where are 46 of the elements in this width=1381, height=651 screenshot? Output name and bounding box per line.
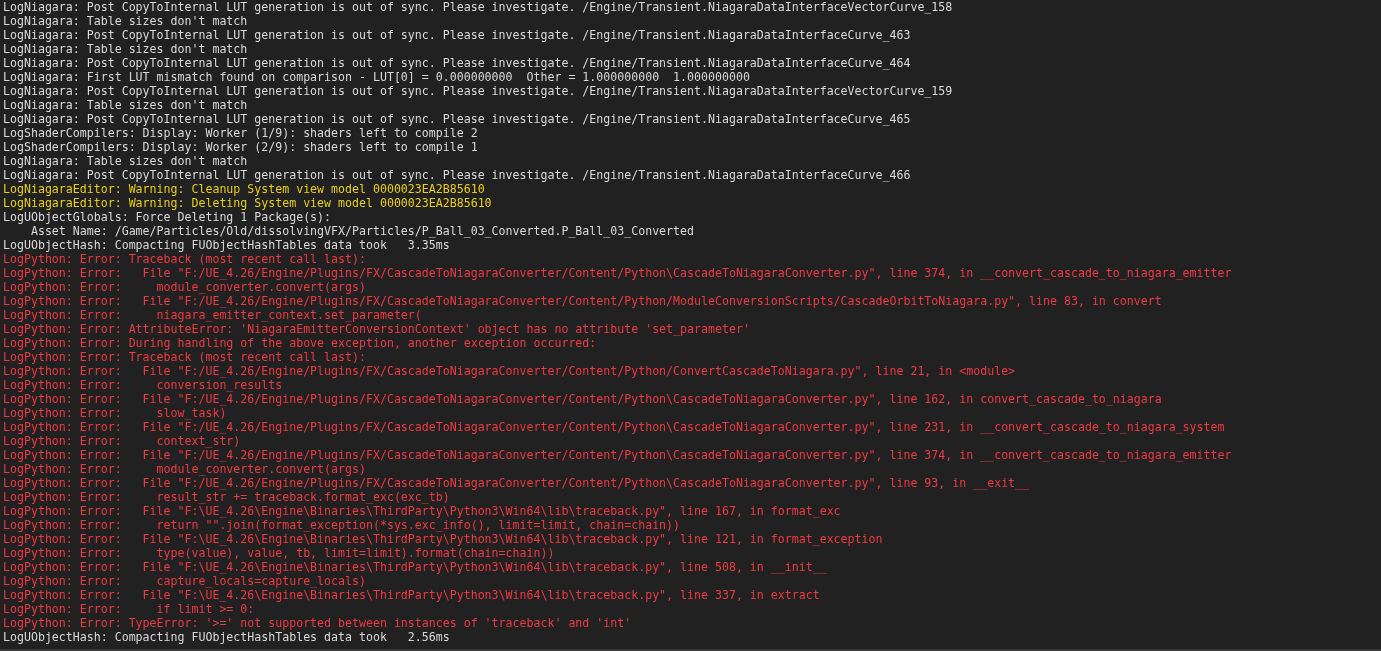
- log-line: LogUObjectGlobals: Force Deleting 1 Package(s):: [3, 210, 333, 224]
- log-line: LogUObjectHash: Compacting FUObjectHashTables data took 2.56ms: [3, 630, 451, 644]
- log-line: LogPython: Error: niagara_emitter_context.set_parameter(: [3, 308, 423, 322]
- log-line: LogPython: Error: context_str): [3, 434, 242, 448]
- log-line: LogPython: Error: File "F:/UE_4.26/Engine/Plugins/FX/CascadeToNiagaraConverter/Content/Python\CascadeToNiagaraConverter.py", line 162, in convert_cascade_to_niagara: [3, 392, 1163, 406]
- log-line: LogPython: Error: File "F:\UE_4.26\Engine\Binaries\ThirdParty\Python3\Win64\lib\traceback.py", line 337, in extract: [3, 588, 821, 602]
- log-line: LogPython: Error: AttributeError: 'NiagaraEmitterConversionContext' object has no attribute 'set_parameter': [3, 322, 751, 336]
- log-line: Asset Name: /Game/Particles/Old/dissolvingVFX/Particles/P_Ball_03_Converted.P_Ball_03_Converted: [29, 224, 696, 238]
- log-line: LogPython: Error: During handling of the above exception, another exception occurred:: [3, 336, 598, 350]
- log-line: LogNiagaraEditor: Warning: Deleting System view model 0000023EA2B85610: [3, 196, 493, 210]
- log-line: LogPython: Error: conversion_results: [3, 378, 284, 392]
- log-line: LogNiagara: Post CopyToInternal LUT generation is out of sync. Please investigate. /Engine/Transient.NiagaraDataInterfaceCurve_464: [3, 56, 912, 70]
- log-line: LogPython: Error: type(value), value, tb, limit=limit).format(chain=chain)): [3, 546, 556, 560]
- log-line: LogPython: Error: return "".join(format_exception(*sys.exc_info(), limit=limit, chain=chain)): [3, 518, 682, 532]
- log-line: LogNiagara: Table sizes don't match: [3, 14, 249, 28]
- log-line: LogPython: Error: File "F:/UE_4.26/Engine/Plugins/FX/CascadeToNiagaraConverter/Content/Python\CascadeToNiagaraConverter.py", line 374, in __convert_cascade_to_niagara_emitter: [3, 448, 1233, 462]
- log-line: LogNiagara: Post CopyToInternal LUT generation is out of sync. Please investigate. /Engine/Transient.NiagaraDataInterfaceVectorCurve_158: [3, 0, 954, 14]
- log-line: LogNiagara: Post CopyToInternal LUT generation is out of sync. Please investigate. /Engine/Transient.NiagaraDataInterfaceCurve_465: [3, 112, 912, 126]
- log-line: LogNiagaraEditor: Warning: Cleanup System view model 0000023EA2B85610: [3, 182, 486, 196]
- log-line: LogPython: Error: File "F:/UE_4.26/Engine/Plugins/FX/CascadeToNiagaraConverter/Content/Python\CascadeToNiagaraConverter.py", line 374, in __convert_cascade_to_niagara_emitter: [3, 266, 1233, 280]
- log-line: LogPython: Error: if limit >= 0:: [3, 602, 256, 616]
- log-line: LogShaderCompilers: Display: Worker (1/9): shaders left to compile 2: [3, 126, 479, 140]
- log-line: LogNiagara: Post CopyToInternal LUT generation is out of sync. Please investigate. /Engine/Transient.NiagaraDataInterfaceCurve_463: [3, 28, 912, 42]
- log-line: LogPython: Error: File "F:\UE_4.26\Engine\Binaries\ThirdParty\Python3\Win64\lib\traceback.py", line 508, in __init__: [3, 560, 828, 574]
- log-line: LogNiagara: Post CopyToInternal LUT generation is out of sync. Please investigate. /Engine/Transient.NiagaraDataInterfaceCurve_466: [3, 168, 912, 182]
- log-line: LogNiagara: Table sizes don't match: [3, 154, 249, 168]
- log-line: LogPython: Error: module_converter.convert(args): [3, 280, 367, 294]
- log-line: LogPython: Error: Traceback (most recent call last):: [3, 350, 367, 364]
- log-line: LogPython: Error: capture_locals=capture_locals): [3, 574, 367, 588]
- log-line: LogPython: Error: File "F:/UE_4.26/Engine/Plugins/FX/CascadeToNiagaraConverter/Content/Python\CascadeToNiagaraConverter.py", line 93, in __exit__: [3, 476, 1031, 490]
- log-line: LogPython: Error: File "F:/UE_4.26/Engine/Plugins/FX/CascadeToNiagaraConverter/Content/Python/ConvertCascadeToNiagara.py", line 21, in <module>: [3, 364, 1017, 378]
- log-line: LogPython: Error: File "F:/UE_4.26/Engine/Plugins/FX/CascadeToNiagaraConverter/Content/Python\CascadeToNiagaraConverter.py", line 231, in __convert_cascade_to_niagara_system: [3, 420, 1226, 434]
- log-line: LogPython: Error: result_str += traceback.format_exc(exc_tb): [3, 490, 451, 504]
- log-line: LogPython: Error: File "F:\UE_4.26\Engine\Binaries\ThirdParty\Python3\Win64\lib\traceback.py", line 121, in format_exception: [3, 532, 884, 546]
- log-line: LogPython: Error: slow_task): [3, 406, 228, 420]
- log-line: LogShaderCompilers: Display: Worker (2/9): shaders left to compile 1: [3, 140, 479, 154]
- log-line: LogNiagara: Post CopyToInternal LUT generation is out of sync. Please investigate. /Engine/Transient.NiagaraDataInterfaceVectorCurve_159: [3, 84, 954, 98]
- log-line: LogNiagara: First LUT mismatch found on comparison - LUT[0] = 0.000000000 Other = 1.000000000 1.000000000: [3, 70, 751, 84]
- log-line: LogPython: Error: module_converter.convert(args): [3, 462, 367, 476]
- log-line: LogNiagara: Table sizes don't match: [3, 98, 249, 112]
- log-line: LogPython: Error: TypeError: '>=' not supported between instances of 'traceback' and 'int': [3, 616, 633, 630]
- log-line: LogPython: Error: File "F:/UE_4.26/Engine/Plugins/FX/CascadeToNiagaraConverter/Content/Python/ModuleConversionScripts/CascadeOrbitToNiagara.py", line 83, in convert: [3, 294, 1163, 308]
- log-line: LogPython: Error: File "F:\UE_4.26\Engine\Binaries\ThirdParty\Python3\Win64\lib\traceback.py", line 167, in format_exc: [3, 504, 842, 518]
- log-line: LogPython: Error: Traceback (most recent call last):: [3, 252, 367, 266]
- log-line: LogNiagara: Table sizes don't match: [3, 42, 249, 56]
- log-line: LogUObjectHash: Compacting FUObjectHashTables data took 3.35ms: [3, 238, 451, 252]
